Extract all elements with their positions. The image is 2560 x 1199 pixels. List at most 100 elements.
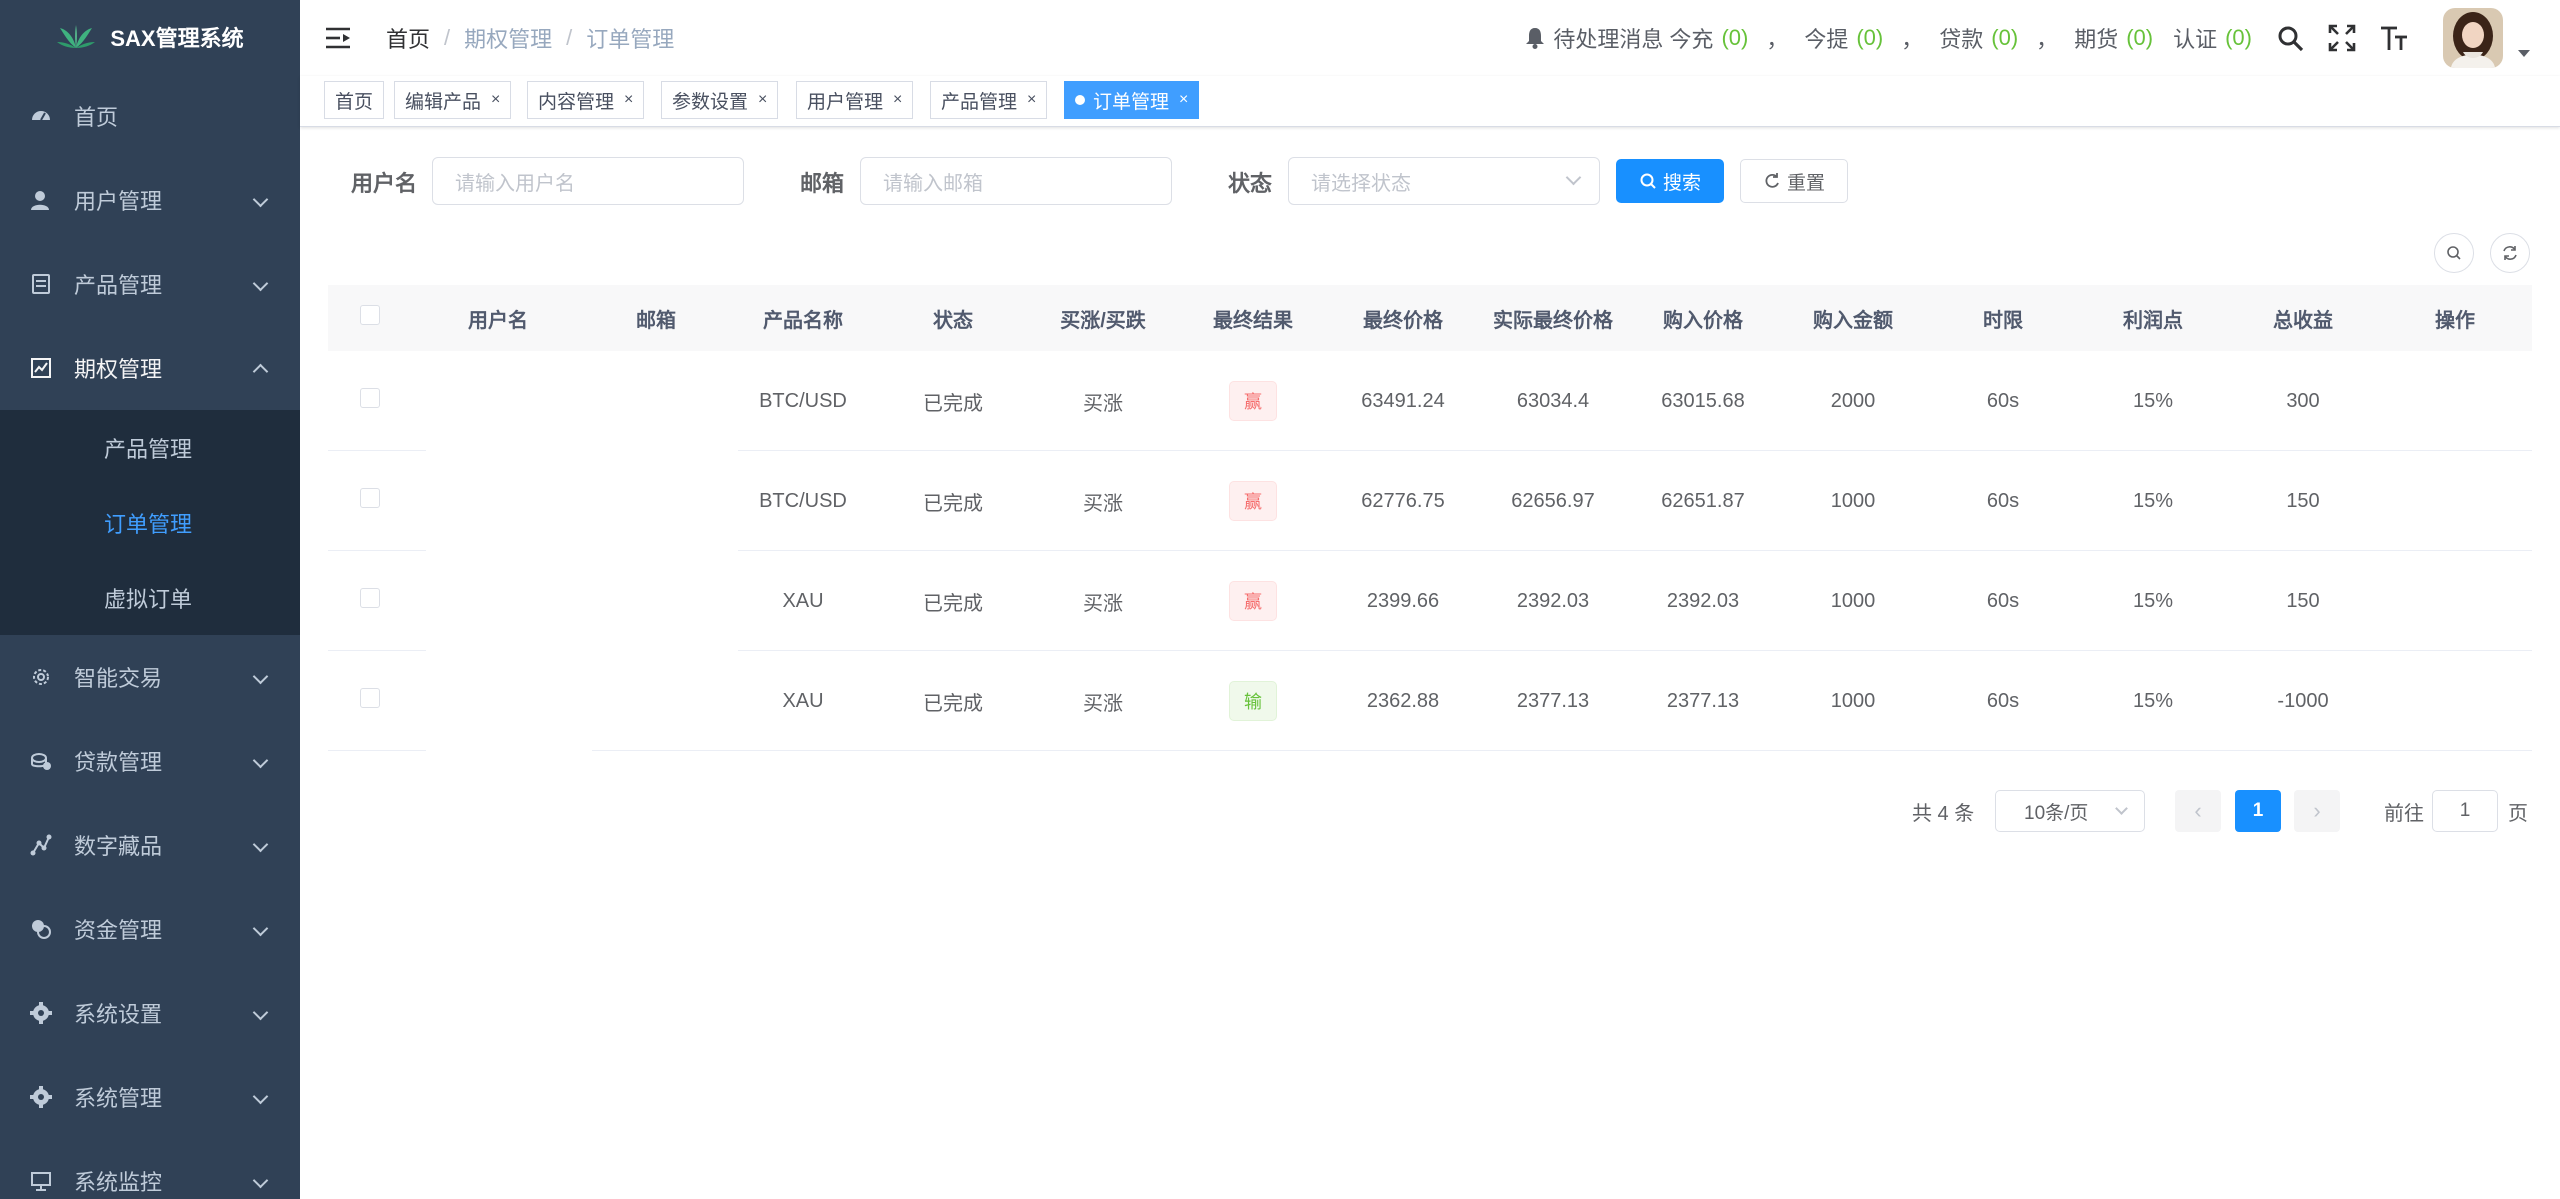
cell-product: BTC/USD	[759, 489, 847, 512]
notice-prefix: 待处理消息	[1553, 27, 1664, 52]
close-icon[interactable]: ×	[491, 91, 500, 109]
page-size-select[interactable]: 10条/页	[1995, 790, 2145, 832]
pending-notice[interactable]: 待处理消息 今充 (0) ， 今提 (0) ， 贷款 (0) ， 期货 (0) …	[1525, 0, 2254, 76]
search-button[interactable]: 搜索	[1616, 159, 1724, 203]
cell-final-price: 62776.75	[1361, 489, 1445, 512]
select-all-checkbox[interactable]	[360, 305, 380, 325]
submenu-item-virtual-orders[interactable]: 虚拟订单	[0, 560, 300, 635]
email-input[interactable]: 请输入邮箱	[860, 157, 1172, 205]
avatar[interactable]	[2443, 8, 2503, 68]
status-select[interactable]: 请选择状态	[1288, 157, 1600, 205]
goto-suffix: 页	[2508, 803, 2528, 825]
close-icon[interactable]: ×	[758, 91, 767, 109]
goto-page-input[interactable]: 1	[2432, 790, 2498, 832]
toggle-search-button[interactable]	[2434, 233, 2474, 273]
search-icon[interactable]	[2274, 22, 2306, 54]
notice-recharge-label: 今充	[1669, 27, 1714, 52]
sidebar-item-funds[interactable]: 资金管理	[0, 887, 300, 971]
sidebar-item-digital-collectibles[interactable]: 数字藏品	[0, 803, 300, 887]
breadcrumb-item-home[interactable]: 首页	[386, 22, 430, 54]
sidebar-item-home[interactable]: 首页	[0, 74, 300, 158]
chevron-down-icon	[252, 920, 269, 937]
tag-product-management[interactable]: 产品管理 ×	[930, 81, 1048, 119]
header-email[interactable]: 邮箱	[584, 304, 728, 333]
chevron-down-icon	[252, 191, 269, 208]
row-checkbox[interactable]	[360, 388, 380, 408]
tag-order-management[interactable]: 订单管理 ×	[1064, 81, 1200, 119]
cell-duration: 60s	[1986, 489, 2020, 512]
hamburger-icon[interactable]	[324, 24, 352, 52]
user-icon	[30, 189, 52, 211]
close-icon[interactable]: ×	[893, 91, 902, 109]
header-product[interactable]: 产品名称	[728, 304, 878, 333]
sidebar-item-smart-trading[interactable]: 智能交易	[0, 635, 300, 719]
row-checkbox[interactable]	[360, 688, 380, 708]
page-number-button[interactable]: 1	[2235, 790, 2281, 832]
username-input[interactable]: 请输入用户名	[432, 157, 744, 205]
sidebar-item-system-monitor[interactable]: 系统监控	[0, 1139, 300, 1199]
sidebar-item-system-settings[interactable]: 系统设置	[0, 971, 300, 1055]
submenu-item-orders[interactable]: 订单管理	[0, 485, 300, 560]
sidebar-item-users[interactable]: 用户管理	[0, 158, 300, 242]
row-checkbox[interactable]	[360, 488, 380, 508]
next-page-button[interactable]: ›	[2294, 790, 2340, 832]
header-total-profit[interactable]: 总收益	[2228, 304, 2378, 333]
sidebar-item-products[interactable]: 产品管理	[0, 242, 300, 326]
header-username[interactable]: 用户名	[412, 304, 584, 333]
sidebar-item-system-management[interactable]: 系统管理	[0, 1055, 300, 1139]
header-actual-final-price[interactable]: 实际最终价格	[1478, 304, 1628, 333]
cell-result: 赢	[1178, 381, 1328, 421]
tag-label: 编辑产品	[405, 91, 482, 113]
sidebar-item-label: 系统监控	[74, 1170, 163, 1195]
prev-page-button[interactable]: ‹	[2175, 790, 2221, 832]
reset-button-label: 重置	[1786, 172, 1825, 194]
tag-user-management[interactable]: 用户管理 ×	[796, 81, 914, 119]
bell-icon	[1526, 28, 1545, 49]
header-profit-point[interactable]: 利润点	[2078, 304, 2228, 333]
app-logo[interactable]: SAX管理系统	[0, 0, 300, 74]
cell-amount: 1000	[1830, 589, 1876, 612]
header-direction[interactable]: 买涨/买跌	[1028, 304, 1178, 333]
fullscreen-icon[interactable]	[2326, 22, 2358, 54]
tag-parameter-settings[interactable]: 参数设置 ×	[661, 81, 779, 119]
chevron-down-icon	[252, 275, 269, 292]
reset-button[interactable]: 重置	[1740, 159, 1848, 203]
submenu-item-products[interactable]: 产品管理	[0, 410, 300, 485]
refresh-table-button[interactable]	[2490, 233, 2530, 273]
cell-final-price: 2362.88	[1366, 689, 1440, 712]
header-buy-price[interactable]: 购入价格	[1628, 304, 1778, 333]
table-row: BTC/USD 已完成 买涨 赢 63491.24 63034.4 63015.…	[328, 351, 2532, 451]
header-status[interactable]: 状态	[878, 304, 1028, 333]
cell-amount: 1000	[1830, 689, 1876, 712]
search-icon	[1640, 173, 1656, 189]
cell-total-profit: 300	[2286, 389, 2320, 412]
row-checkbox[interactable]	[360, 588, 380, 608]
sidebar-item-options[interactable]: 期权管理	[0, 326, 300, 410]
cell-total-profit: 150	[2286, 589, 2320, 612]
nodes-icon	[30, 834, 52, 856]
tag-content-management[interactable]: 内容管理 ×	[527, 81, 645, 119]
cell-duration: 60s	[1986, 389, 2020, 412]
status-placeholder: 请选择状态	[1311, 172, 1411, 195]
font-size-icon[interactable]	[2378, 22, 2410, 54]
header-final-price[interactable]: 最终价格	[1328, 304, 1478, 333]
chevron-down-icon	[2115, 802, 2128, 815]
tag-edit-product[interactable]: 编辑产品 ×	[394, 81, 512, 119]
document-icon	[30, 273, 52, 295]
notice-withdraw-count: (0)	[1856, 25, 1884, 50]
header-amount[interactable]: 购入金额	[1778, 304, 1928, 333]
header-duration[interactable]: 时限	[1928, 304, 2078, 333]
close-icon[interactable]: ×	[1027, 91, 1036, 109]
tag-home[interactable]: 首页	[324, 81, 385, 119]
breadcrumb-item-orders: 订单管理	[586, 27, 675, 52]
close-icon[interactable]: ×	[1179, 91, 1188, 109]
caret-down-icon[interactable]	[2518, 50, 2530, 57]
close-icon[interactable]: ×	[624, 91, 633, 109]
sidebar-item-label: 期权管理	[74, 357, 163, 382]
sidebar-item-label: 智能交易	[74, 666, 163, 691]
sidebar-item-loans[interactable]: 贷款管理	[0, 719, 300, 803]
notice-futures-count: (0)	[2126, 25, 2154, 50]
orders-table: 用户名 邮箱 产品名称 状态 买涨/买跌 最终结果 最终价格 实际最终价格 购入…	[328, 285, 2532, 751]
cell-actual-final-price: 2392.03	[1516, 589, 1590, 612]
header-result[interactable]: 最终结果	[1178, 304, 1328, 333]
